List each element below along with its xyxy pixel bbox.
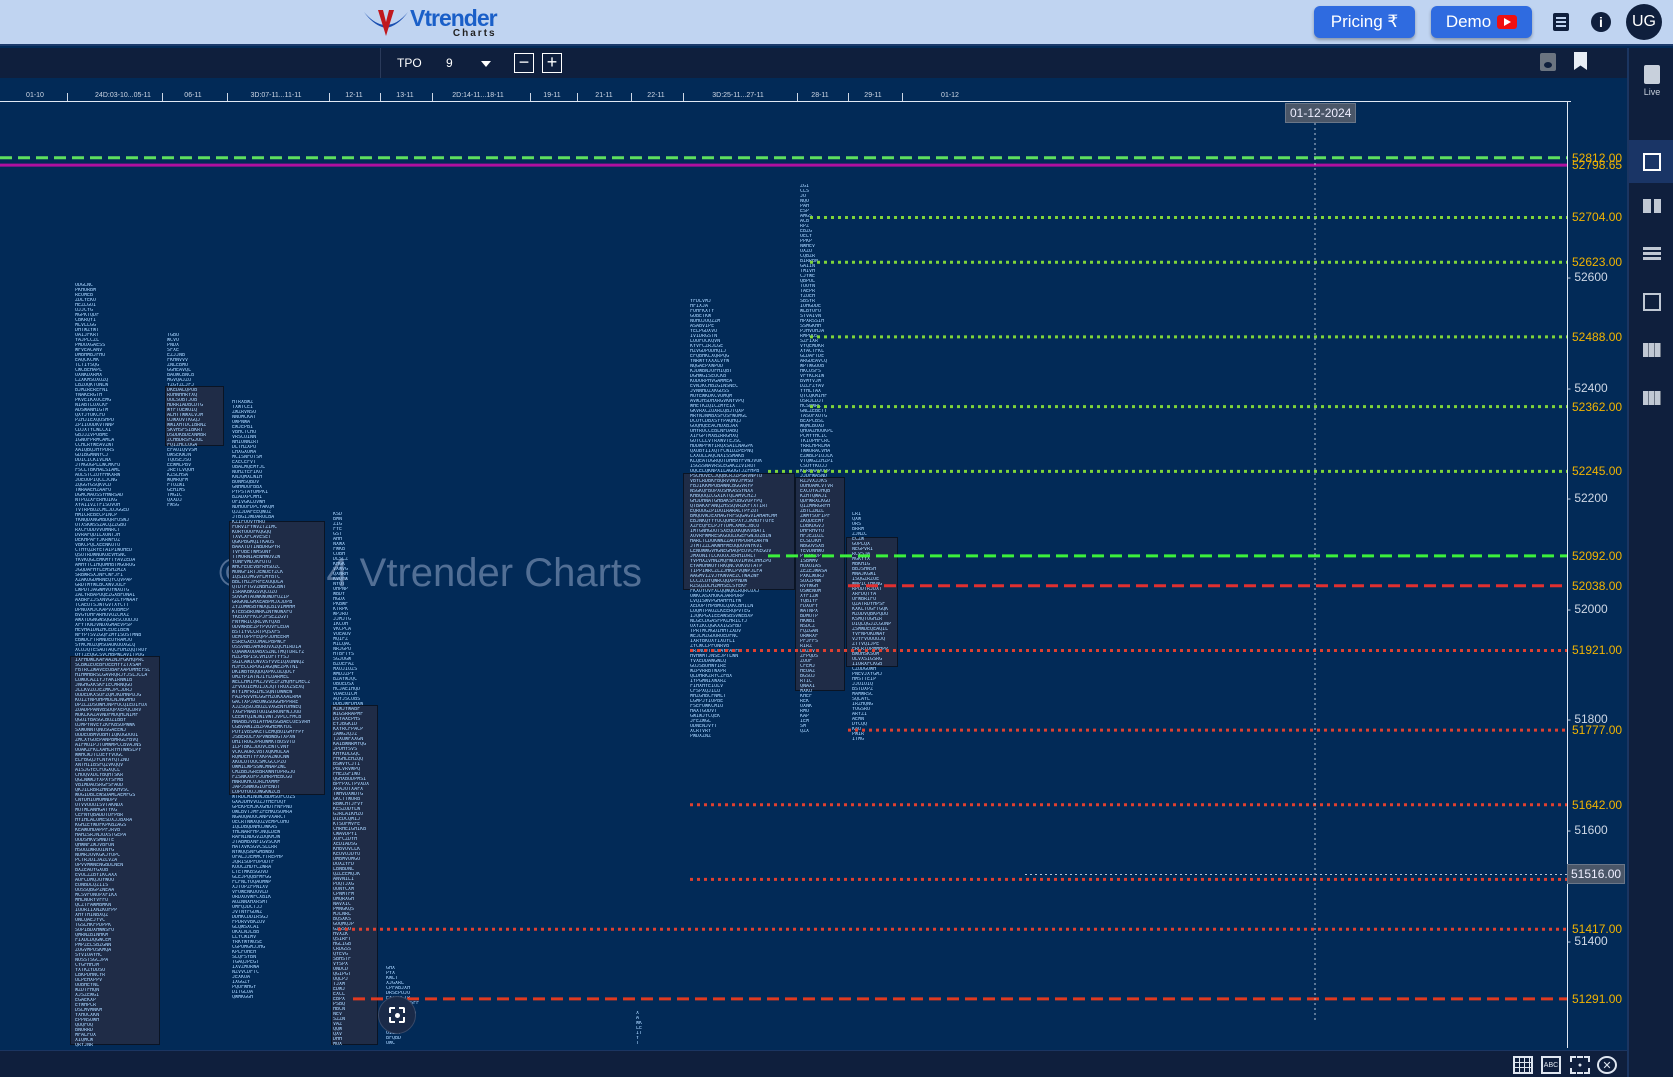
- price-tick: - 52600: [1567, 270, 1608, 284]
- single-profile-icon[interactable]: [1629, 140, 1673, 183]
- live-button[interactable]: Live: [1629, 56, 1673, 106]
- toolbar: TPO 9 − +: [0, 48, 1627, 78]
- price-tick: - 52200: [1567, 491, 1608, 506]
- zoom-out-button[interactable]: −: [514, 53, 534, 73]
- split-profile-icon[interactable]: [1629, 186, 1673, 226]
- logo-v-icon: [364, 10, 408, 36]
- info-icon[interactable]: i: [1591, 12, 1611, 32]
- price-tick: - 51400: [1567, 933, 1608, 948]
- level-price-label: 51291.00: [1572, 991, 1623, 1006]
- toolbar-divider: [380, 48, 381, 78]
- right-sidebar: Live: [1627, 48, 1673, 1077]
- logo[interactable]: Vtrender Charts: [362, 4, 498, 42]
- crosshair-date-label: 01-12-2024: [1285, 103, 1357, 123]
- fullscreen-button[interactable]: [378, 996, 416, 1034]
- level-price-label: 52038.00: [1572, 578, 1623, 593]
- tpo-size-value: 9: [446, 56, 453, 70]
- level-price-label: 52798.65: [1572, 158, 1623, 173]
- level-price-label: 52488.00: [1572, 329, 1623, 344]
- price-tick: - 51800: [1567, 712, 1608, 727]
- avatar[interactable]: UG: [1626, 4, 1662, 40]
- table-icon[interactable]: [1629, 378, 1673, 418]
- level-lines: [0, 118, 1567, 1023]
- pricing-button[interactable]: Pricing ₹: [1314, 6, 1415, 38]
- notes-icon[interactable]: [1553, 13, 1569, 31]
- tpo-size-select[interactable]: 9: [446, 54, 496, 72]
- save-icon[interactable]: [1540, 53, 1556, 71]
- columns-icon[interactable]: [1629, 330, 1673, 370]
- live-label: Live: [1643, 87, 1661, 97]
- grid-icon[interactable]: [1629, 282, 1673, 322]
- level-price-label: 52092.00: [1572, 548, 1623, 563]
- price-tick: - 52400: [1567, 380, 1608, 395]
- youtube-icon: [1497, 15, 1518, 29]
- logo-text: Vtrender: [410, 4, 498, 31]
- chart-mode-label: TPO: [397, 56, 422, 70]
- tpo-chart[interactable]: 01-10 24D:03-10...05-11 06-11 3D:07-11...11…: [0, 78, 1627, 1050]
- price-tick: - 51600: [1567, 823, 1608, 837]
- document-icon: [1644, 65, 1660, 84]
- bottom-bar: ABC ● ✕: [0, 1050, 1627, 1077]
- price-axis-line: [1567, 102, 1568, 1048]
- level-price-label: 52362.00: [1572, 399, 1623, 414]
- zoom-in-button[interactable]: +: [542, 53, 562, 73]
- level-price-label: 52704.00: [1572, 210, 1623, 225]
- close-circle-icon[interactable]: ✕: [1597, 1056, 1617, 1074]
- focus-icon[interactable]: ●: [1570, 1056, 1590, 1074]
- top-header: Vtrender Charts Pricing ₹ Demo i UG: [0, 0, 1673, 46]
- bookmark-add-icon[interactable]: [1574, 52, 1587, 70]
- chevron-down-icon: [481, 61, 491, 67]
- demo-button[interactable]: Demo: [1431, 6, 1532, 38]
- lines-icon[interactable]: [1629, 234, 1673, 274]
- level-price-label: 51642.00: [1572, 797, 1623, 812]
- focus-icon: [389, 1007, 405, 1023]
- crosshair-price-label: 51516.00: [1567, 864, 1626, 885]
- grid-icon[interactable]: [1513, 1056, 1533, 1074]
- level-price-label: 51921.00: [1572, 643, 1623, 658]
- abc-icon[interactable]: ABC: [1541, 1056, 1561, 1074]
- price-tick: - 52000: [1567, 601, 1608, 616]
- level-price-label: 52245.00: [1572, 464, 1623, 479]
- demo-label: Demo: [1445, 12, 1492, 31]
- level-price-label: 52623.00: [1572, 255, 1623, 270]
